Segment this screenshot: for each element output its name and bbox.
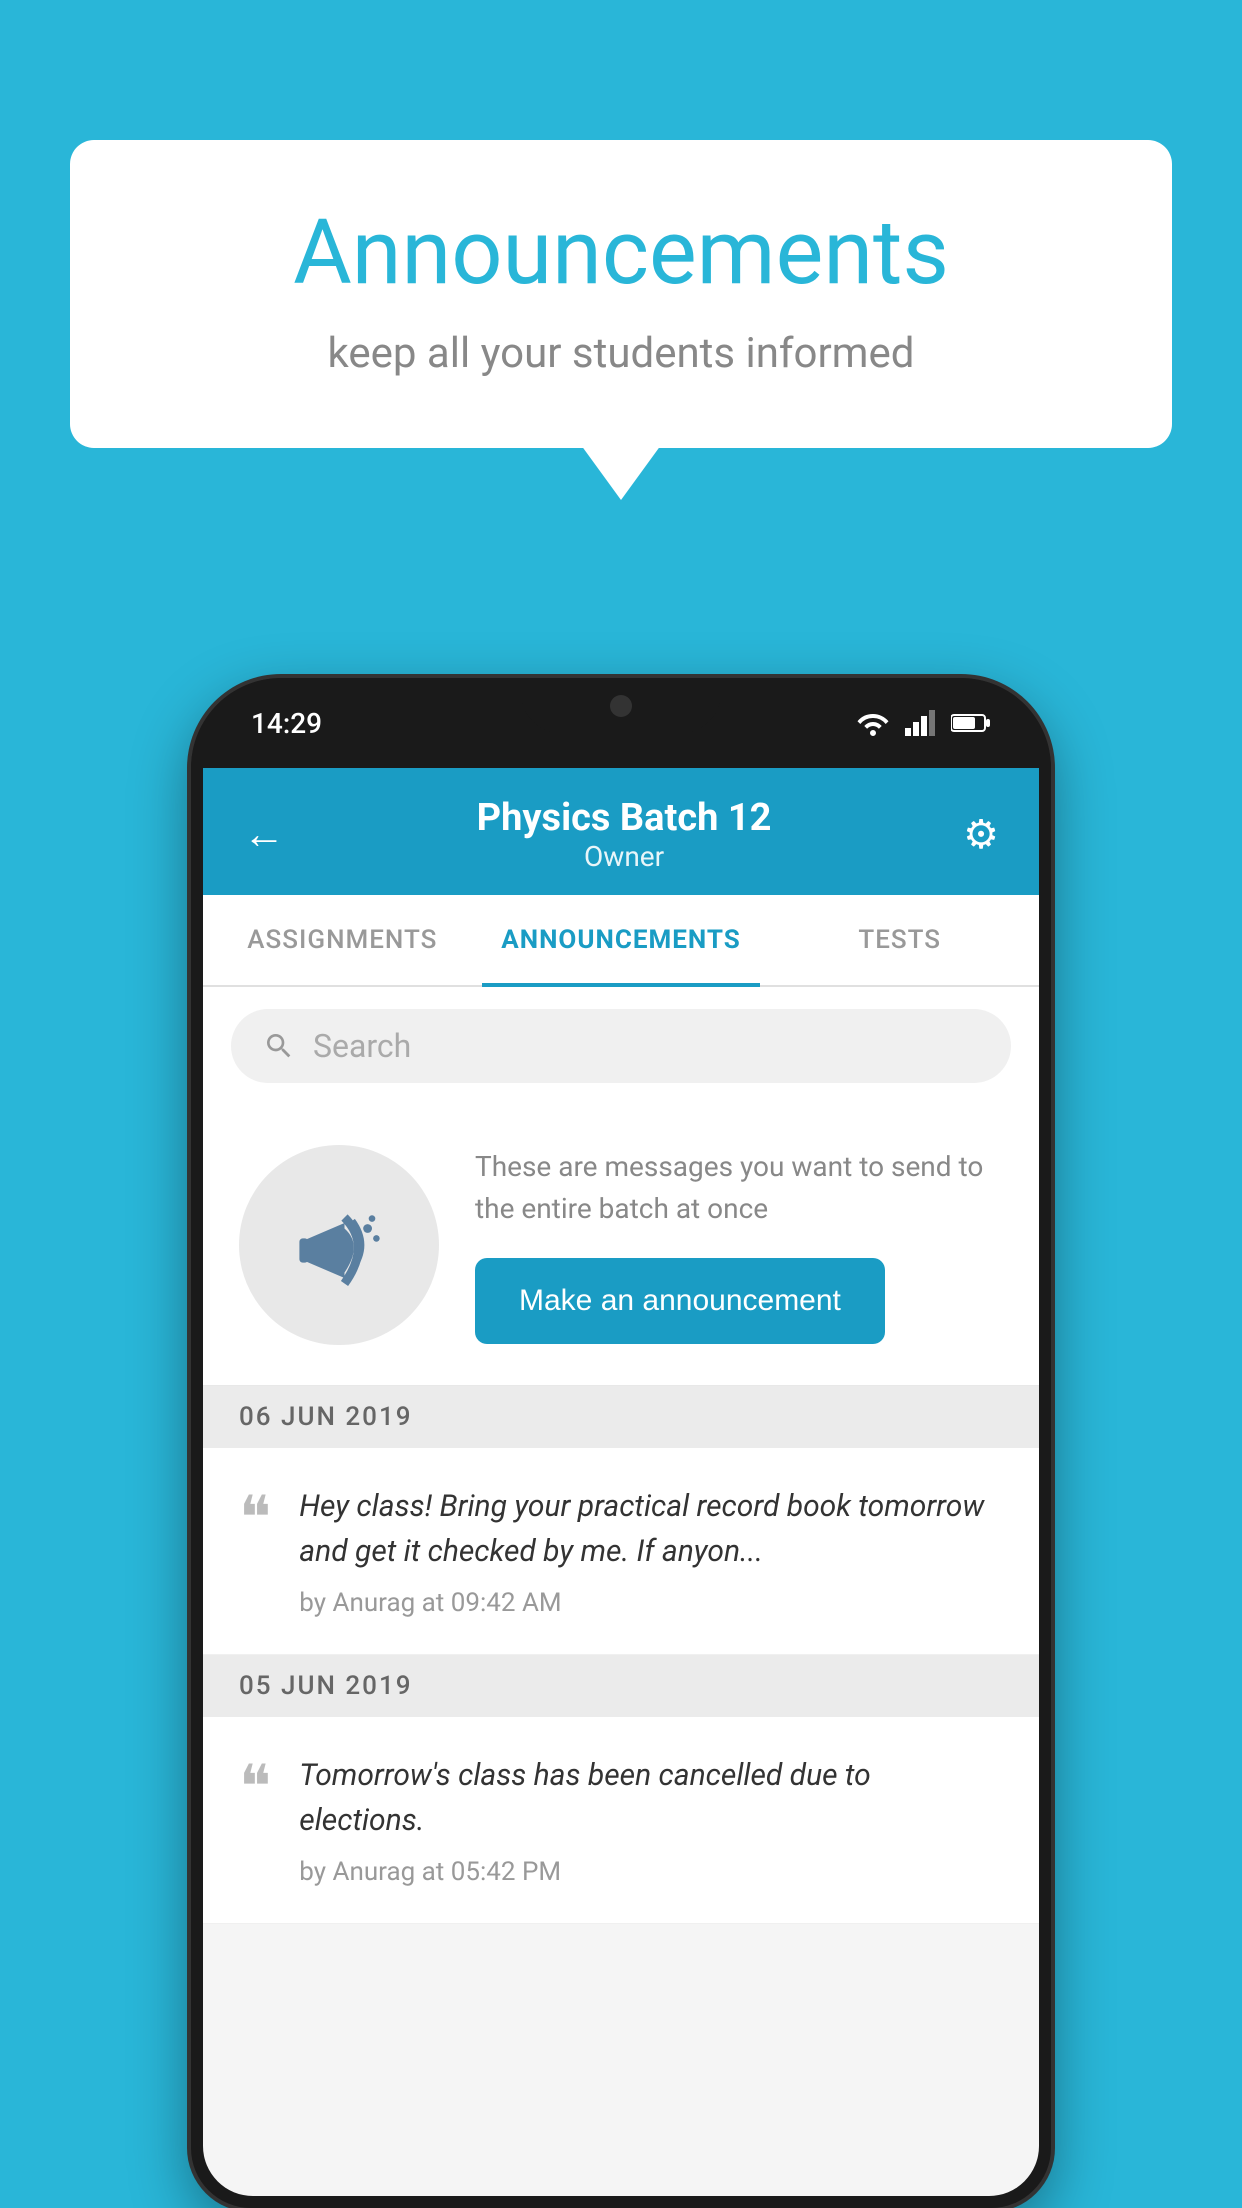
app-header: ← Physics Batch 12 Owner ⚙	[203, 768, 1039, 895]
announcement-meta-1: by Anurag at 09:42 AM	[299, 1588, 1003, 1618]
back-button[interactable]: ←	[243, 810, 285, 859]
signal-icon	[905, 710, 937, 736]
phone-screen: ← Physics Batch 12 Owner ⚙ ASSIGNMENTS A…	[203, 768, 1039, 2196]
announcement-text-1: Hey class! Bring your practical record b…	[299, 1484, 1003, 1574]
search-icon	[263, 1030, 295, 1062]
tab-announcements[interactable]: ANNOUNCEMENTS	[482, 895, 761, 985]
header-subtitle: Owner	[477, 840, 772, 873]
megaphone-icon	[284, 1190, 394, 1300]
quote-icon-1: ❝	[239, 1488, 271, 1548]
speech-bubble-container: Announcements keep all your students inf…	[70, 140, 1172, 448]
header-title-section: Physics Batch 12 Owner	[477, 796, 772, 873]
status-bar: 14:29	[191, 678, 1051, 768]
promo-right: These are messages you want to send to t…	[475, 1146, 1003, 1344]
tab-assignments[interactable]: ASSIGNMENTS	[203, 895, 482, 985]
wifi-icon	[855, 710, 891, 736]
search-section: Search	[203, 987, 1039, 1105]
bubble-subtitle: keep all your students informed	[150, 329, 1092, 378]
promo-description: These are messages you want to send to t…	[475, 1146, 1003, 1230]
search-box[interactable]: Search	[231, 1009, 1011, 1083]
date-separator-1: 06 JUN 2019	[203, 1386, 1039, 1448]
make-announcement-button[interactable]: Make an announcement	[475, 1258, 885, 1344]
date-separator-2: 05 JUN 2019	[203, 1655, 1039, 1717]
phone-frame: 14:29 ←	[191, 678, 1051, 2208]
tab-tests[interactable]: TESTS	[760, 895, 1039, 985]
notch	[521, 678, 721, 733]
tabs-bar: ASSIGNMENTS ANNOUNCEMENTS TESTS	[203, 895, 1039, 987]
announcement-content-2: Tomorrow's class has been cancelled due …	[299, 1753, 1003, 1887]
status-time: 14:29	[251, 707, 322, 740]
bubble-title: Announcements	[150, 200, 1092, 305]
announcement-text-2: Tomorrow's class has been cancelled due …	[299, 1753, 1003, 1843]
announcement-meta-2: by Anurag at 05:42 PM	[299, 1857, 1003, 1887]
speech-bubble: Announcements keep all your students inf…	[70, 140, 1172, 448]
promo-section: These are messages you want to send to t…	[203, 1105, 1039, 1386]
camera-dot	[610, 695, 632, 717]
quote-icon-2: ❝	[239, 1757, 271, 1817]
status-icons	[855, 710, 991, 736]
announcement-item-1[interactable]: ❝ Hey class! Bring your practical record…	[203, 1448, 1039, 1655]
announcement-item-2[interactable]: ❝ Tomorrow's class has been cancelled du…	[203, 1717, 1039, 1924]
battery-icon	[951, 712, 991, 734]
header-title: Physics Batch 12	[477, 796, 772, 840]
promo-icon-circle	[239, 1145, 439, 1345]
settings-button[interactable]: ⚙	[963, 811, 999, 858]
search-placeholder: Search	[313, 1027, 411, 1065]
announcement-content-1: Hey class! Bring your practical record b…	[299, 1484, 1003, 1618]
